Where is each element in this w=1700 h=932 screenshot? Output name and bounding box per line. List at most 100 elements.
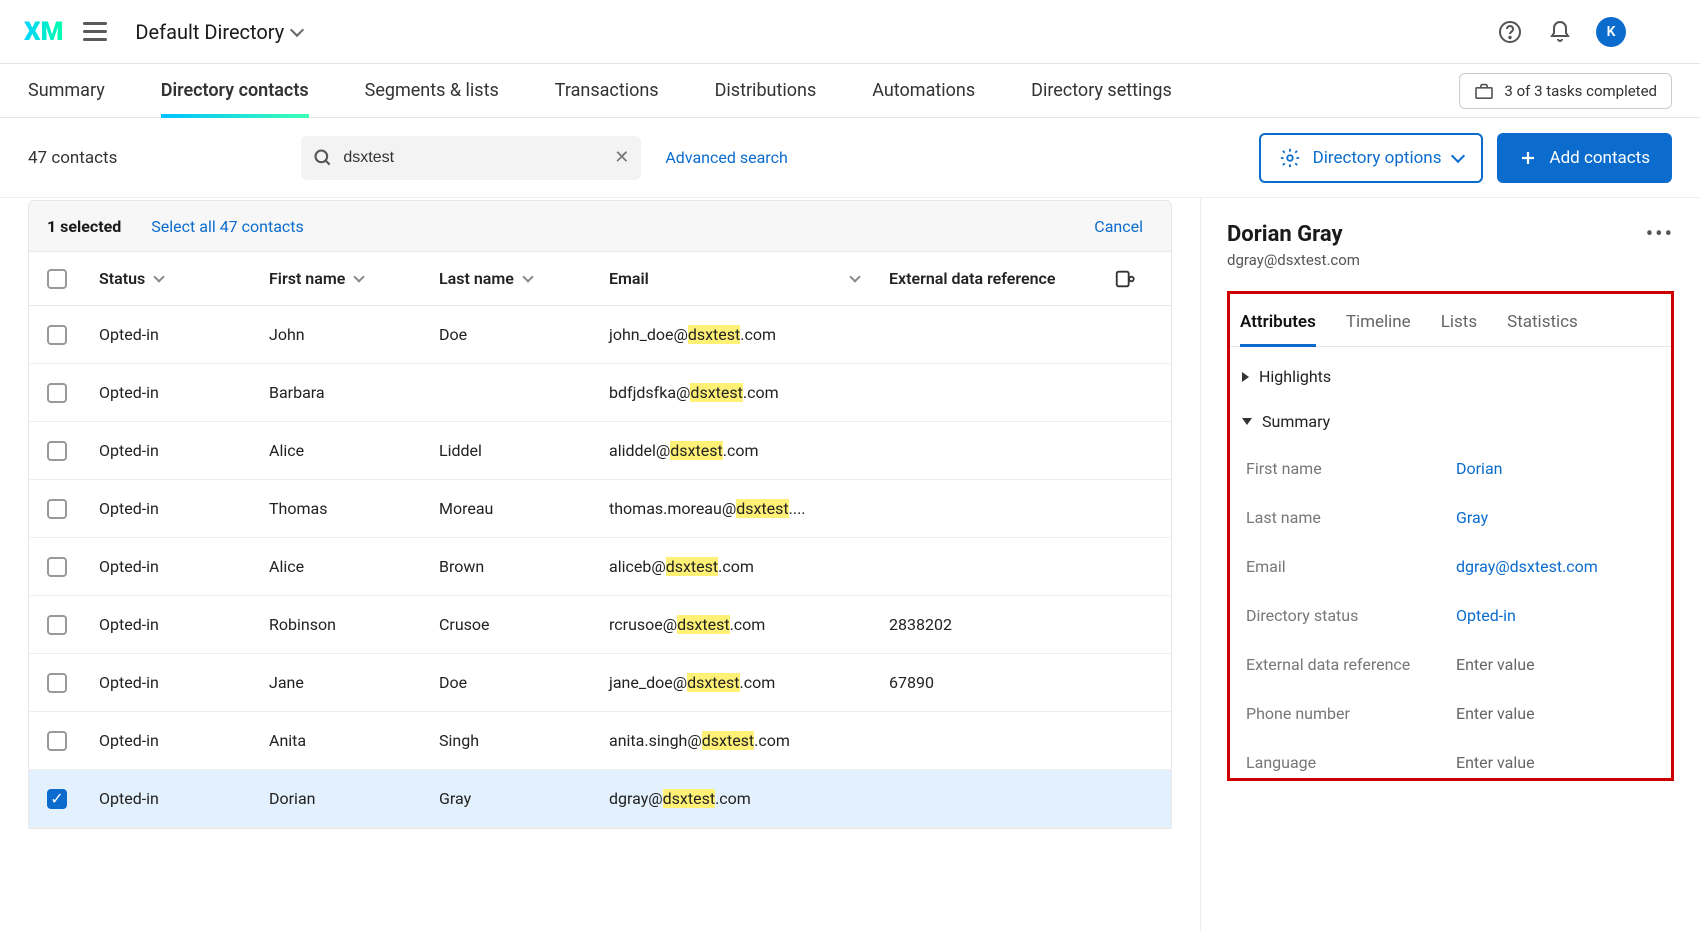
col-external[interactable]: External data reference xyxy=(875,269,1095,288)
section-highlights-toggle[interactable]: Highlights xyxy=(1242,367,1659,386)
cell-last: Moreau xyxy=(425,499,595,518)
chevron-down-icon xyxy=(522,271,533,282)
field-phone-value[interactable]: Enter value xyxy=(1456,704,1655,723)
search-input-wrap[interactable]: ✕ xyxy=(301,136,641,180)
cell-status: Opted-in xyxy=(85,673,255,692)
col-email[interactable]: Email xyxy=(595,269,875,288)
row-checkbox[interactable] xyxy=(47,731,67,751)
chevron-down-icon xyxy=(154,271,165,282)
directory-selector[interactable]: Default Directory xyxy=(135,20,302,44)
cell-first: John xyxy=(255,325,425,344)
contacts-table: Status First name Last name Email Extern… xyxy=(28,252,1172,829)
search-icon xyxy=(313,148,333,168)
briefcase-icon xyxy=(1474,83,1494,99)
detail-tab-attributes[interactable]: Attributes xyxy=(1240,304,1316,346)
triangle-down-icon xyxy=(1242,418,1252,425)
cell-email: aliceb@dsxtest.com xyxy=(595,557,875,576)
directory-options-button[interactable]: Directory options xyxy=(1259,133,1484,183)
tab-directory-settings[interactable]: Directory settings xyxy=(1031,64,1172,117)
tab-summary[interactable]: Summary xyxy=(28,64,105,117)
chevron-down-icon xyxy=(1451,148,1465,162)
cell-last: Doe xyxy=(425,673,595,692)
field-ext-value[interactable]: Enter value xyxy=(1456,655,1655,674)
directory-options-label: Directory options xyxy=(1313,148,1442,168)
row-checkbox[interactable] xyxy=(47,499,67,519)
field-last-name-label: Last name xyxy=(1246,508,1456,527)
table-row[interactable]: ✓Opted-inDorianGraydgray@dsxtest.com xyxy=(29,770,1171,828)
row-checkbox[interactable] xyxy=(47,615,67,635)
detail-tab-lists[interactable]: Lists xyxy=(1441,304,1477,346)
chevron-down-icon xyxy=(849,271,860,282)
field-email-label: Email xyxy=(1246,557,1456,576)
detail-tab-timeline[interactable]: Timeline xyxy=(1346,304,1411,346)
apps-grid-icon[interactable] xyxy=(1648,18,1676,46)
bell-icon[interactable] xyxy=(1546,18,1574,46)
help-icon[interactable] xyxy=(1496,18,1524,46)
tab-directory-contacts[interactable]: Directory contacts xyxy=(161,64,309,117)
add-contacts-button[interactable]: Add contacts xyxy=(1497,133,1672,183)
cell-first: Thomas xyxy=(255,499,425,518)
cell-first: Alice xyxy=(255,557,425,576)
hamburger-icon[interactable] xyxy=(83,22,107,41)
table-row[interactable]: Opted-inAliceLiddelaliddel@dsxtest.com xyxy=(29,422,1171,480)
cell-last: Liddel xyxy=(425,441,595,460)
tasks-completed-badge[interactable]: 3 of 3 tasks completed xyxy=(1459,73,1672,109)
select-all-link[interactable]: Select all 47 contacts xyxy=(151,217,303,236)
brand-logo[interactable]: XM xyxy=(24,17,63,47)
row-checkbox[interactable] xyxy=(47,673,67,693)
avatar[interactable]: K xyxy=(1596,17,1626,47)
tab-distributions[interactable]: Distributions xyxy=(715,64,817,117)
table-header: Status First name Last name Email Extern… xyxy=(29,252,1171,306)
col-status[interactable]: Status xyxy=(85,269,255,288)
row-checkbox[interactable] xyxy=(47,441,67,461)
cell-email: john_doe@dsxtest.com xyxy=(595,325,875,344)
table-row[interactable]: Opted-inJohnDoejohn_doe@dsxtest.com xyxy=(29,306,1171,364)
table-row[interactable]: Opted-inAliceBrownaliceb@dsxtest.com xyxy=(29,538,1171,596)
table-row[interactable]: Opted-inThomasMoreauthomas.moreau@dsxtes… xyxy=(29,480,1171,538)
select-all-checkbox[interactable] xyxy=(47,269,67,289)
cell-email: anita.singh@dsxtest.com xyxy=(595,731,875,750)
cell-first: Jane xyxy=(255,673,425,692)
more-options-icon[interactable]: ••• xyxy=(1646,222,1674,269)
table-row[interactable]: Opted-inAnitaSinghanita.singh@dsxtest.co… xyxy=(29,712,1171,770)
table-row[interactable]: Opted-inRobinsonCrusoercrusoe@dsxtest.co… xyxy=(29,596,1171,654)
cell-status: Opted-in xyxy=(85,731,255,750)
detail-tab-statistics[interactable]: Statistics xyxy=(1507,304,1578,346)
table-row[interactable]: Opted-inJaneDoejane_doe@dsxtest.com67890 xyxy=(29,654,1171,712)
tab-automations[interactable]: Automations xyxy=(872,64,975,117)
field-status-value[interactable]: Opted-in xyxy=(1456,606,1655,625)
section-summary-toggle[interactable]: Summary xyxy=(1242,412,1659,431)
gear-icon xyxy=(1279,147,1301,169)
field-first-name-value[interactable]: Dorian xyxy=(1456,459,1655,478)
task-badge-text: 3 of 3 tasks completed xyxy=(1504,82,1657,100)
row-checkbox[interactable] xyxy=(47,325,67,345)
cancel-selection-link[interactable]: Cancel xyxy=(1094,217,1143,236)
col-first-name[interactable]: First name xyxy=(255,269,425,288)
field-first-name-label: First name xyxy=(1246,459,1456,478)
contact-count: 47 contacts xyxy=(28,148,117,168)
advanced-search-link[interactable]: Advanced search xyxy=(665,148,787,167)
cell-status: Opted-in xyxy=(85,499,255,518)
search-input[interactable] xyxy=(343,149,604,167)
field-status-label: Directory status xyxy=(1246,606,1456,625)
cell-first: Robinson xyxy=(255,615,425,634)
chevron-down-icon xyxy=(290,22,304,36)
column-settings-icon[interactable] xyxy=(1095,268,1155,290)
cell-email: jane_doe@dsxtest.com xyxy=(595,673,875,692)
cell-last: Gray xyxy=(425,789,595,808)
row-checkbox[interactable] xyxy=(47,557,67,577)
tab-segments-lists[interactable]: Segments & lists xyxy=(365,64,499,117)
table-row[interactable]: Opted-inBarbarabdfjdsfka@dsxtest.com xyxy=(29,364,1171,422)
cell-status: Opted-in xyxy=(85,615,255,634)
cell-email: thomas.moreau@dsxtest.... xyxy=(595,499,875,518)
row-checkbox[interactable]: ✓ xyxy=(47,789,67,809)
tab-transactions[interactable]: Transactions xyxy=(555,64,659,117)
chevron-down-icon xyxy=(354,271,365,282)
field-lang-value[interactable]: Enter value xyxy=(1456,753,1655,772)
field-last-name-value[interactable]: Gray xyxy=(1456,508,1655,527)
row-checkbox[interactable] xyxy=(47,383,67,403)
clear-search-icon[interactable]: ✕ xyxy=(614,147,629,168)
col-last-name[interactable]: Last name xyxy=(425,269,595,288)
add-contacts-label: Add contacts xyxy=(1549,148,1650,168)
field-email-value[interactable]: dgray@dsxtest.com xyxy=(1456,557,1655,576)
